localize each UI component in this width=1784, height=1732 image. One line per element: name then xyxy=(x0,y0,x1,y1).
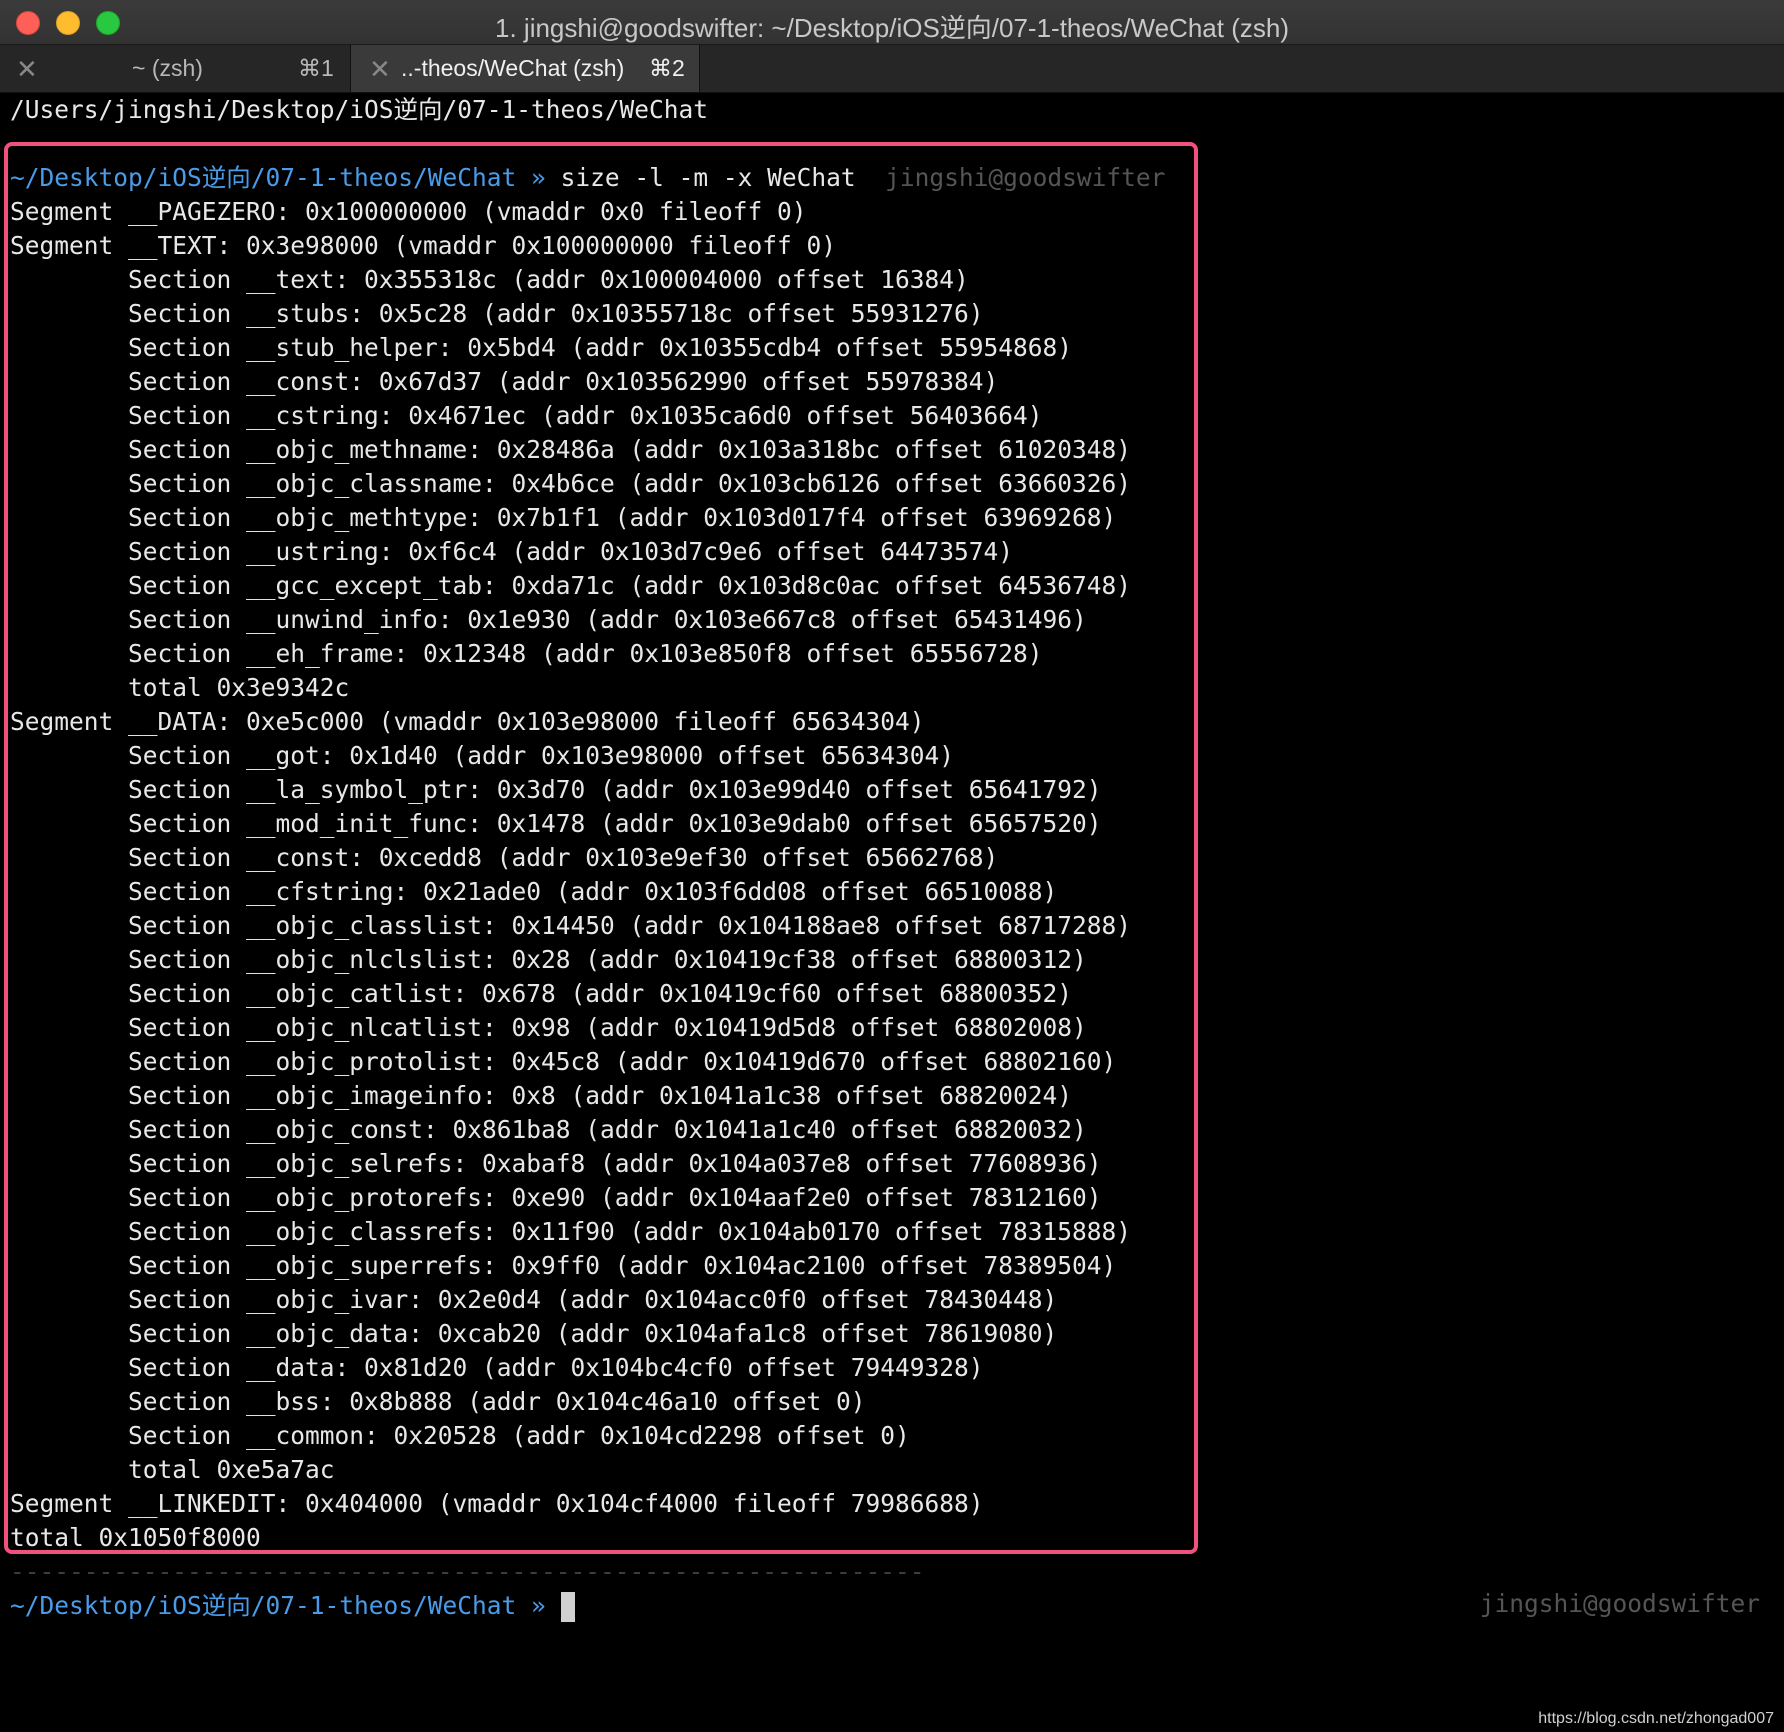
host-label-right: jingshi@goodswifter xyxy=(1479,1589,1760,1618)
watermark: https://blog.csdn.net/zhongad007 xyxy=(1538,1710,1774,1727)
output-line: Section __const: 0x67d37 (addr 0x1035629… xyxy=(10,367,999,396)
output-line: Section __gcc_except_tab: 0xda71c (addr … xyxy=(10,571,1132,600)
separator-top: ----------------------------------------… xyxy=(10,129,925,158)
output-line: Section __text: 0x355318c (addr 0x100004… xyxy=(10,265,969,294)
output-line: total 0xe5a7ac xyxy=(10,1455,335,1484)
prompt-path: ~/Desktop/iOS逆向/07-1-theos/WeChat xyxy=(10,163,517,192)
output-line: Section __la_symbol_ptr: 0x3d70 (addr 0x… xyxy=(10,775,1102,804)
output-line: Section __objc_methtype: 0x7b1f1 (addr 0… xyxy=(10,503,1117,532)
output-line: Section __objc_protolist: 0x45c8 (addr 0… xyxy=(10,1047,1117,1076)
output-line: Segment __DATA: 0xe5c000 (vmaddr 0x103e9… xyxy=(10,707,925,736)
tab-label: ~ (zsh) xyxy=(132,55,203,81)
output-line: Segment __PAGEZERO: 0x100000000 (vmaddr … xyxy=(10,197,807,226)
output-line: Section __mod_init_func: 0x1478 (addr 0x… xyxy=(10,809,1102,838)
tab-shortcut: ⌘1 xyxy=(298,55,334,81)
output-line: Section __objc_classrefs: 0x11f90 (addr … xyxy=(10,1217,1132,1246)
output-line: Section __const: 0xcedd8 (addr 0x103e9ef… xyxy=(10,843,999,872)
output-line: Segment __TEXT: 0x3e98000 (vmaddr 0x1000… xyxy=(10,231,837,260)
prompt-path: ~/Desktop/iOS逆向/07-1-theos/WeChat xyxy=(10,1591,517,1620)
pwd-line: /Users/jingshi/Desktop/iOS逆向/07-1-theos/… xyxy=(10,95,709,124)
text-cursor xyxy=(560,1592,575,1622)
output-line: Section __objc_data: 0xcab20 (addr 0x104… xyxy=(10,1319,1058,1348)
host-label: jingshi@goodswifter xyxy=(885,163,1166,192)
tab-zsh-home[interactable]: ✕ ~ (zsh) ⌘1 xyxy=(0,45,351,92)
prompt-arrow: » xyxy=(531,163,546,192)
tab-shortcut: ⌘2 xyxy=(649,55,685,81)
output-line: Section __objc_ivar: 0x2e0d4 (addr 0x104… xyxy=(10,1285,1058,1314)
output-line: Section __bss: 0x8b888 (addr 0x104c46a10… xyxy=(10,1387,866,1416)
output-line: Section __cstring: 0x4671ec (addr 0x1035… xyxy=(10,401,1043,430)
terminal-output[interactable]: /Users/jingshi/Desktop/iOS逆向/07-1-theos/… xyxy=(10,93,1784,1732)
output-line: total 0x3e9342c xyxy=(10,673,350,702)
output-line: Section __unwind_info: 0x1e930 (addr 0x1… xyxy=(10,605,1087,634)
output-line: Section __objc_nlcatlist: 0x98 (addr 0x1… xyxy=(10,1013,1087,1042)
window-title: 1. jingshi@goodswifter: ~/Desktop/iOS逆向/… xyxy=(495,13,1289,43)
output-line: Section __got: 0x1d40 (addr 0x103e98000 … xyxy=(10,741,955,770)
output-line: Section __objc_catlist: 0x678 (addr 0x10… xyxy=(10,979,1073,1008)
output-line: total 0x1050f8000 xyxy=(10,1523,261,1552)
title-bar: 1. jingshi@goodswifter: ~/Desktop/iOS逆向/… xyxy=(0,0,1784,45)
command-text: size -l -m -x WeChat xyxy=(560,163,856,192)
output-line: Section __eh_frame: 0x12348 (addr 0x103e… xyxy=(10,639,1043,668)
output-line: Section __objc_nlclslist: 0x28 (addr 0x1… xyxy=(10,945,1087,974)
command-line: ~/Desktop/iOS逆向/07-1-theos/WeChat » size… xyxy=(10,161,1784,195)
output-line: Section __objc_classname: 0x4b6ce (addr … xyxy=(10,469,1132,498)
close-icon[interactable]: ✕ xyxy=(369,54,391,85)
output-line: Section __objc_classlist: 0x14450 (addr … xyxy=(10,911,1132,940)
tab-bar: ✕ ~ (zsh) ⌘1 ✕ ..-theos/WeChat (zsh) ⌘2 xyxy=(0,45,1784,93)
output-line: Section __objc_methname: 0x28486a (addr … xyxy=(10,435,1132,464)
output-line: Section __stubs: 0x5c28 (addr 0x10355718… xyxy=(10,299,984,328)
separator-bottom: ----------------------------------------… xyxy=(10,1557,925,1586)
output-line: Section __objc_selrefs: 0xabaf8 (addr 0x… xyxy=(10,1149,1102,1178)
output-line: Segment __LINKEDIT: 0x404000 (vmaddr 0x1… xyxy=(10,1489,984,1518)
prompt-arrow: » xyxy=(531,1591,546,1620)
output-line: Section __ustring: 0xf6c4 (addr 0x103d7c… xyxy=(10,537,1014,566)
output-line: Section __objc_superrefs: 0x9ff0 (addr 0… xyxy=(10,1251,1117,1280)
output-line: Section __stub_helper: 0x5bd4 (addr 0x10… xyxy=(10,333,1073,362)
output-line: Section __objc_protorefs: 0xe90 (addr 0x… xyxy=(10,1183,1102,1212)
tab-wechat-active[interactable]: ✕ ..-theos/WeChat (zsh) ⌘2 xyxy=(351,45,700,92)
tab-label: ..-theos/WeChat (zsh) xyxy=(401,55,625,81)
output-line: Section __objc_imageinfo: 0x8 (addr 0x10… xyxy=(10,1081,1073,1110)
output-line: Section __data: 0x81d20 (addr 0x104bc4cf… xyxy=(10,1353,984,1382)
close-icon[interactable]: ✕ xyxy=(16,54,38,85)
output-line: Section __cfstring: 0x21ade0 (addr 0x103… xyxy=(10,877,1058,906)
output-line: Section __objc_const: 0x861ba8 (addr 0x1… xyxy=(10,1115,1087,1144)
output-line: Section __common: 0x20528 (addr 0x104cd2… xyxy=(10,1421,910,1450)
command-output: Segment __PAGEZERO: 0x100000000 (vmaddr … xyxy=(10,195,1784,1555)
